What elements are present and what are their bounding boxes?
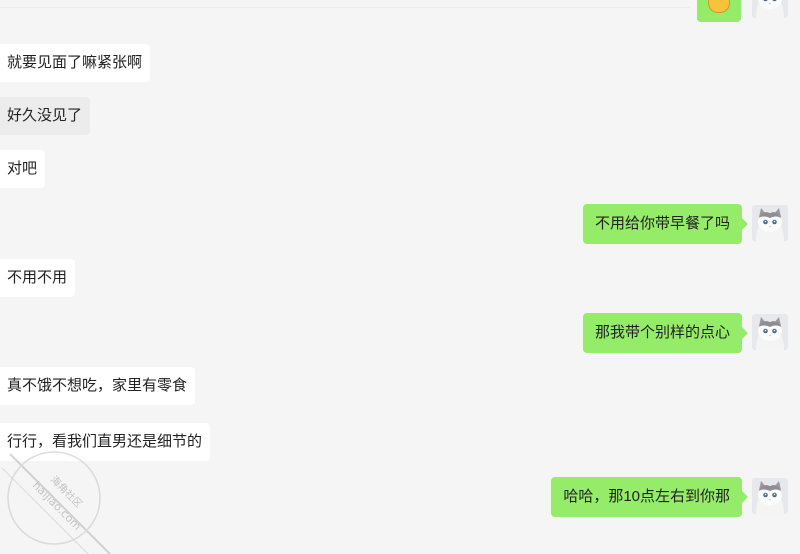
- white-cat-avatar-icon: [752, 0, 788, 18]
- message-text: 对吧: [7, 160, 38, 177]
- received-message[interactable]: 好久没见了: [0, 97, 91, 135]
- received-message[interactable]: 对吧: [0, 150, 46, 188]
- chat-area[interactable]: 就要见面了嘛紧张啊 好久没见了 对吧 不用给你带早餐了吗 不用不用 那我带个别样…: [0, 0, 800, 554]
- message-text: 那我带个别样的点心: [594, 324, 730, 341]
- avatar[interactable]: [752, 314, 788, 350]
- message-text: 不用给你带早餐了吗: [594, 215, 730, 232]
- white-cat-avatar-icon: [752, 478, 788, 514]
- message-text: 不用不用: [7, 269, 68, 286]
- message-text: 哈哈，那10点左右到你那: [563, 488, 730, 505]
- avatar[interactable]: [752, 205, 788, 241]
- sent-message[interactable]: 那我带个别样的点心: [582, 313, 749, 353]
- received-message[interactable]: 真不饿不想吃，家里有零食: [0, 367, 196, 405]
- message-text: 就要见面了嘛紧张啊: [7, 54, 143, 71]
- divider: [0, 7, 690, 8]
- message-text: 好久没见了: [7, 107, 83, 124]
- sent-message[interactable]: 不用给你带早餐了吗: [582, 204, 749, 244]
- watermark-line2: haijiao.com: [30, 479, 84, 533]
- received-message[interactable]: 行行，看我们直男还是细节的: [0, 423, 211, 461]
- received-message[interactable]: 不用不用: [0, 259, 76, 297]
- message-text: 行行，看我们直男还是细节的: [7, 433, 203, 450]
- message-text: 真不饿不想吃，家里有零食: [7, 377, 188, 394]
- white-cat-avatar-icon: [752, 205, 788, 241]
- avatar[interactable]: [752, 0, 788, 18]
- received-message[interactable]: 就要见面了嘛紧张啊: [0, 44, 151, 82]
- avatar[interactable]: [752, 478, 788, 514]
- sent-message[interactable]: 哈哈，那10点左右到你那: [551, 477, 748, 517]
- white-cat-avatar-icon: [752, 314, 788, 350]
- watermark-line1: 海角社区: [48, 473, 85, 510]
